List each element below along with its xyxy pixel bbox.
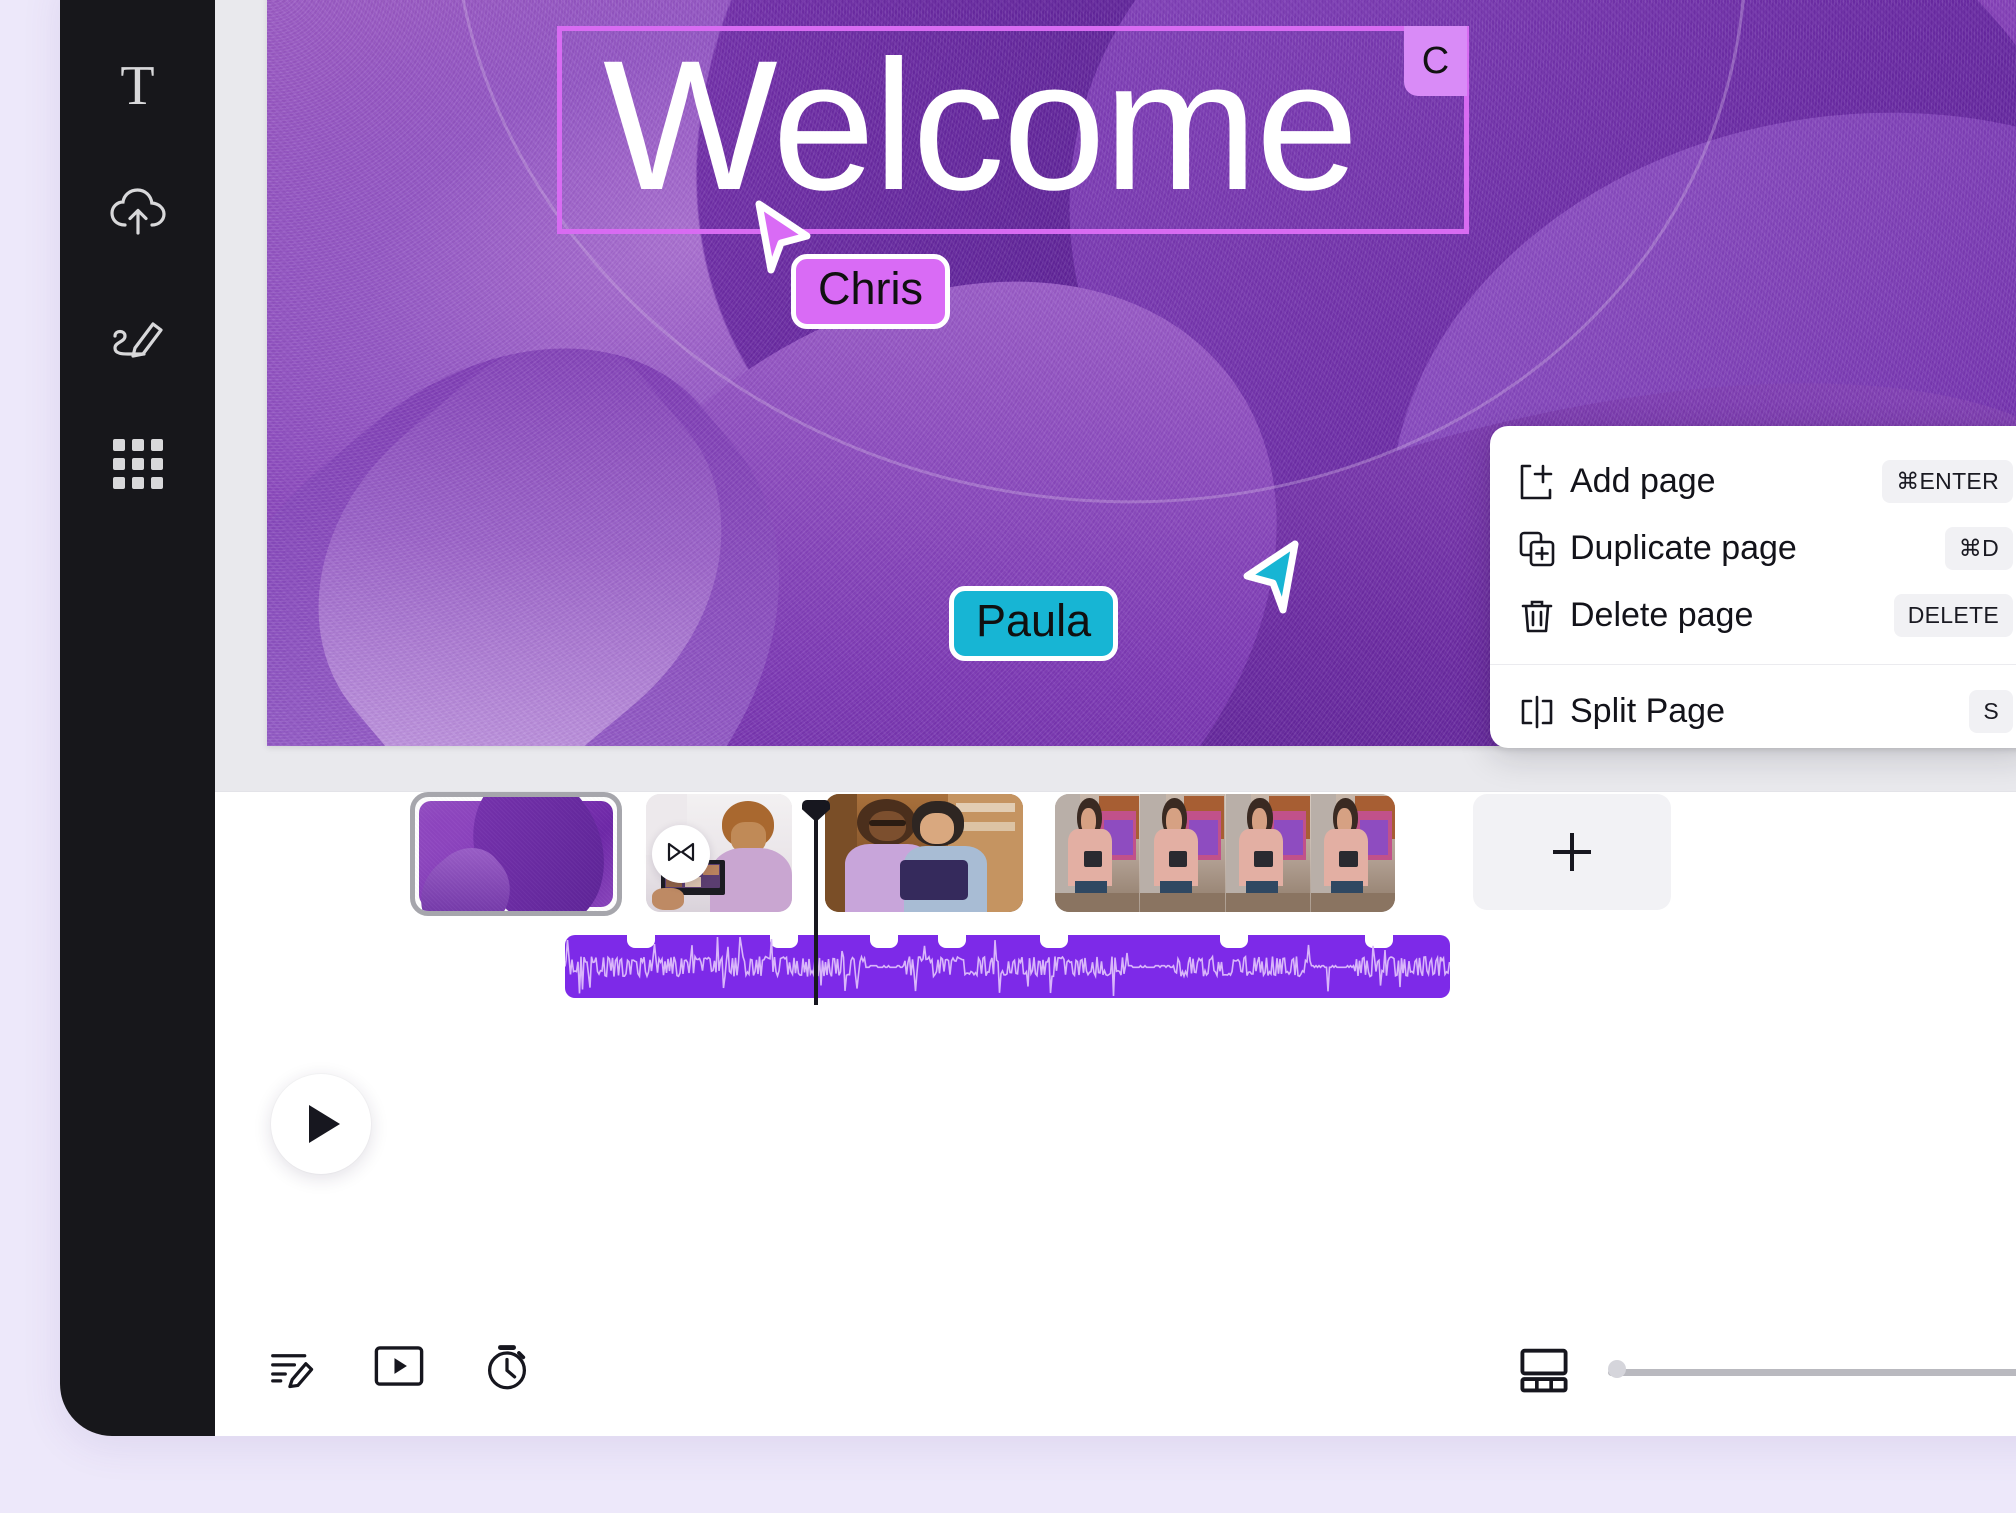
grid-view-icon — [1519, 1347, 1569, 1398]
zoom-slider-knob[interactable] — [1608, 1360, 1626, 1378]
transition-bowtie-icon — [666, 841, 696, 868]
text-icon: T — [120, 55, 155, 117]
grid-view-button[interactable] — [1516, 1344, 1572, 1400]
zoom-slider[interactable] — [1608, 1359, 2016, 1385]
menu-item-label: Split Page — [1570, 692, 1725, 730]
sidebar-item-uploads[interactable] — [90, 164, 186, 260]
toolbar-left-group — [263, 1340, 535, 1396]
menu-item-shortcut: ⌘ENTER — [1882, 460, 2013, 503]
plus-icon — [1553, 833, 1591, 871]
duplicate-page-icon — [1516, 528, 1562, 570]
timeline-page-4[interactable] — [1055, 794, 1395, 912]
timer-button[interactable] — [479, 1340, 535, 1396]
toolbar-right-group — [1516, 1344, 2016, 1400]
add-page-icon — [1516, 461, 1562, 503]
notes-button[interactable] — [263, 1340, 319, 1396]
timeline-panel — [215, 791, 2016, 1436]
zoom-slider-track[interactable] — [1608, 1368, 2016, 1376]
collaborator-badge: C — [1404, 26, 1467, 96]
menu-item-delete-page[interactable]: Delete page DELETE — [1490, 582, 2016, 649]
menu-item-label: Delete page — [1570, 596, 1754, 634]
page-thumbnail — [415, 797, 617, 911]
collaborator-name-chris: Chris — [791, 254, 951, 329]
cloud-upload-icon — [109, 187, 167, 237]
cursor-pointer-icon — [1233, 536, 1307, 627]
menu-divider — [1490, 664, 2016, 665]
audio-track[interactable] — [565, 935, 1450, 998]
apps-grid-icon — [112, 439, 163, 489]
menu-item-add-page[interactable]: Add page ⌘ENTER — [1490, 448, 2016, 515]
pen-draw-icon — [109, 312, 167, 364]
add-page-button[interactable] — [1473, 794, 1671, 910]
notes-icon — [267, 1342, 315, 1395]
sidebar-item-apps[interactable] — [90, 416, 186, 512]
menu-item-shortcut: DELETE — [1893, 594, 2013, 637]
timeline-page-1[interactable] — [410, 792, 622, 916]
video-frame-icon — [373, 1344, 425, 1393]
menu-item-shortcut: ⌘D — [1944, 527, 2013, 570]
playhead-line — [814, 810, 818, 1005]
app-window: T Welcome C Chris Paula Add page ⌘ENTER … — [60, 0, 2016, 1436]
collaborator-cursor-chris: Chris — [747, 196, 1167, 356]
collaborator-name-paula: Paula — [949, 586, 1119, 661]
delete-page-icon — [1516, 595, 1562, 637]
play-icon — [309, 1105, 340, 1143]
video-button[interactable] — [371, 1340, 427, 1396]
play-button[interactable] — [271, 1074, 371, 1174]
page-thumbnail — [1055, 794, 1395, 912]
collaborator-cursor-paula: Paula — [927, 536, 1347, 696]
menu-item-label: Duplicate page — [1570, 529, 1797, 567]
menu-item-split-page[interactable]: Split Page S — [1490, 678, 2016, 745]
audio-waveform — [565, 936, 1450, 997]
sidebar-item-draw[interactable] — [90, 290, 186, 386]
menu-item-shortcut: S — [1969, 690, 2013, 733]
menu-item-duplicate-page[interactable]: Duplicate page ⌘D — [1490, 515, 2016, 582]
page-thumbnail — [825, 794, 1023, 912]
screen-root: T Welcome C Chris Paula Add page ⌘ENTER … — [0, 0, 2016, 1513]
left-toolbar: T — [60, 0, 215, 1436]
page-context-menu: Add page ⌘ENTER Duplicate page ⌘D Delete… — [1490, 426, 2016, 748]
sidebar-item-text[interactable]: T — [90, 38, 186, 134]
transition-button[interactable] — [652, 825, 710, 883]
timer-icon — [482, 1341, 532, 1396]
split-page-icon — [1516, 691, 1562, 733]
timeline-page-3[interactable] — [825, 794, 1023, 912]
menu-item-label: Add page — [1570, 462, 1716, 500]
timeline-toolbar — [215, 1318, 2016, 1436]
